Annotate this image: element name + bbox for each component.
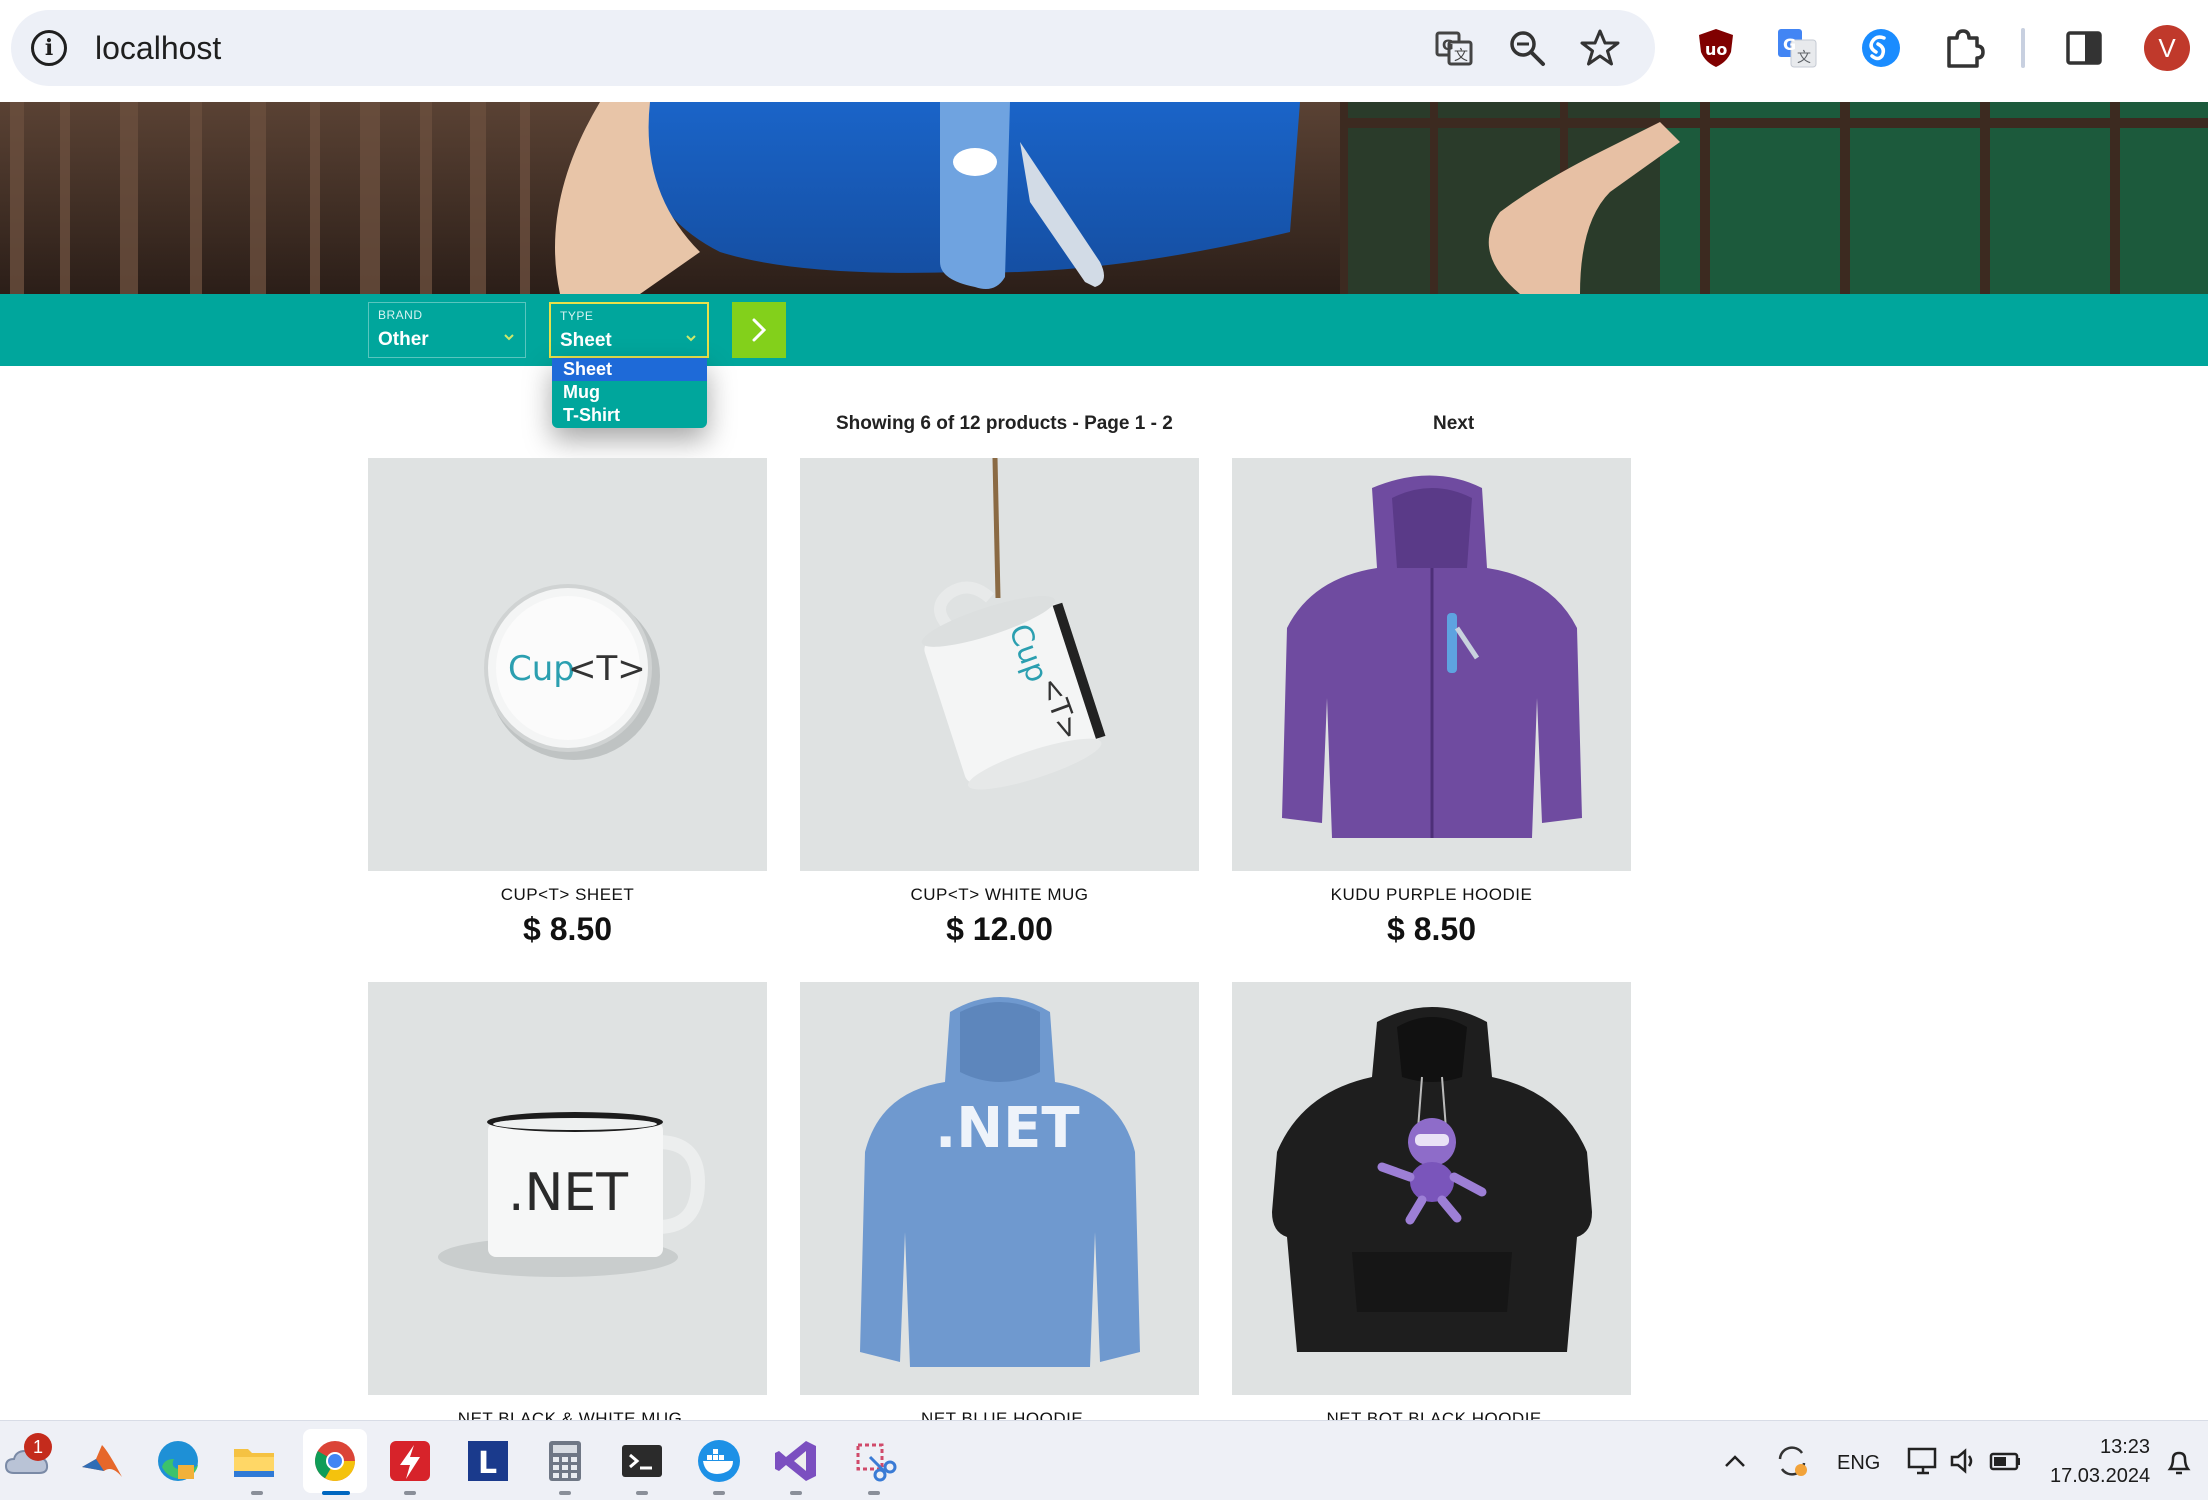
product-name[interactable]: KUDU PURPLE HOODIE bbox=[1232, 885, 1631, 905]
running-indicator bbox=[251, 1491, 263, 1495]
clock-time[interactable]: 13:23 bbox=[2100, 1436, 2150, 1459]
svg-text:文: 文 bbox=[1797, 50, 1811, 66]
browser-toolbar: i localhost G 文 uo G 文 V bbox=[0, 0, 2208, 102]
ublock-icon[interactable]: uo bbox=[1694, 26, 1738, 70]
visual-studio-icon[interactable] bbox=[772, 1437, 820, 1485]
hero-photo bbox=[0, 102, 2208, 294]
svg-text:G: G bbox=[1783, 35, 1796, 54]
hoodie-text: .NET bbox=[935, 1096, 1080, 1161]
product-card[interactable]: Cup <T> CUP<T> SHEET $ 8.50 bbox=[368, 458, 767, 948]
address-bar[interactable]: i localhost G 文 bbox=[11, 10, 1655, 86]
side-panel-icon[interactable] bbox=[2063, 26, 2107, 70]
google-translate-icon[interactable]: G 文 bbox=[1775, 26, 1819, 70]
edge-icon[interactable] bbox=[154, 1437, 202, 1485]
product-image[interactable]: .NET bbox=[800, 982, 1199, 1395]
svg-text:L: L bbox=[478, 1446, 497, 1481]
docker-icon[interactable] bbox=[695, 1437, 743, 1485]
file-explorer-icon[interactable] bbox=[230, 1437, 278, 1485]
shazam-icon[interactable] bbox=[1859, 26, 1903, 70]
translate-icon[interactable]: G 文 bbox=[1434, 28, 1474, 68]
running-indicator bbox=[636, 1491, 648, 1495]
product-price: $ 8.50 bbox=[523, 911, 612, 947]
product-name[interactable]: CUP<T> WHITE MUG bbox=[800, 885, 1199, 905]
site-info-icon[interactable]: i bbox=[31, 30, 67, 66]
matlab-icon[interactable] bbox=[78, 1437, 126, 1485]
pager-next-link[interactable]: Next bbox=[1433, 413, 1474, 435]
running-indicator bbox=[868, 1491, 880, 1495]
windows-taskbar: 1 L ENG 13:23 17.03.2024 bbox=[0, 1420, 2208, 1500]
filter-bar: BRAND Other TYPE Sheet bbox=[0, 294, 2208, 366]
product-price: $ 8.50 bbox=[1387, 911, 1476, 947]
badge-text: Cup bbox=[508, 649, 575, 689]
language-indicator[interactable]: ENG bbox=[1837, 1452, 1880, 1475]
product-name[interactable]: CUP<T> SHEET bbox=[368, 885, 767, 905]
product-card[interactable]: .NET BOT BLACK HOODIE bbox=[1232, 982, 1631, 1435]
chevron-down-icon bbox=[504, 334, 514, 341]
type-select[interactable]: TYPE Sheet bbox=[549, 302, 709, 358]
network-icon[interactable] bbox=[1907, 1445, 1941, 1477]
brand-select[interactable]: BRAND Other bbox=[368, 302, 526, 358]
product-card[interactable]: KUDU PURPLE HOODIE $ 8.50 bbox=[1232, 458, 1631, 948]
url-text[interactable]: localhost bbox=[95, 28, 221, 68]
notification-badge: 1 bbox=[24, 1433, 52, 1461]
product-card[interactable]: .NET .NET BLUE HOODIE bbox=[800, 982, 1199, 1435]
chrome-icon[interactable] bbox=[311, 1437, 359, 1485]
active-indicator bbox=[322, 1491, 350, 1495]
type-select-value: Sheet bbox=[560, 330, 612, 351]
volume-icon[interactable] bbox=[1948, 1445, 1980, 1477]
battery-icon[interactable] bbox=[1988, 1445, 2022, 1477]
l-app-icon[interactable]: L bbox=[464, 1437, 512, 1485]
mug-text: .NET bbox=[508, 1163, 628, 1223]
product-image[interactable]: Cup <T> bbox=[368, 458, 767, 871]
profile-avatar[interactable]: V bbox=[2144, 25, 2190, 71]
net-white-mug-image: .NET bbox=[438, 1112, 706, 1277]
type-select-label: TYPE bbox=[560, 309, 594, 323]
product-card[interactable]: .NET .NET BLACK & WHITE MUG bbox=[368, 982, 767, 1435]
type-dropdown-list: Sheet Mug T-Shirt bbox=[552, 358, 707, 428]
running-indicator bbox=[713, 1491, 725, 1495]
acrobat-icon[interactable] bbox=[386, 1437, 434, 1485]
hero-banner bbox=[0, 102, 2208, 294]
toolbar-separator bbox=[2021, 28, 2025, 68]
extensions-puzzle-icon[interactable] bbox=[1941, 26, 1985, 70]
purple-hoodie-image bbox=[1282, 475, 1582, 838]
product-image[interactable] bbox=[1232, 982, 1631, 1395]
product-card[interactable]: Cup <T> CUP<T> WHITE MUG $ 12.00 bbox=[800, 458, 1199, 948]
running-indicator bbox=[404, 1491, 416, 1495]
type-option-tshirt[interactable]: T-Shirt bbox=[552, 404, 707, 427]
snipping-tool-icon[interactable] bbox=[850, 1437, 898, 1485]
bookmark-star-icon[interactable] bbox=[1580, 28, 1620, 68]
brand-select-label: BRAND bbox=[378, 308, 423, 322]
brand-select-value: Other bbox=[378, 329, 429, 350]
svg-text:uo: uo bbox=[1705, 40, 1727, 59]
zoom-out-icon[interactable] bbox=[1507, 28, 1547, 68]
net-blue-hoodie-image: .NET bbox=[860, 997, 1140, 1367]
product-price: $ 12.00 bbox=[946, 911, 1053, 947]
netbot-black-hoodie-image bbox=[1272, 1007, 1592, 1352]
running-indicator bbox=[559, 1491, 571, 1495]
cup-t-hanging-mug-image: Cup <T> bbox=[921, 458, 1106, 790]
svg-text:文: 文 bbox=[1454, 48, 1468, 64]
terminal-icon[interactable] bbox=[618, 1437, 666, 1485]
type-option-sheet[interactable]: Sheet bbox=[552, 358, 707, 381]
product-image[interactable]: Cup <T> bbox=[800, 458, 1199, 871]
svg-text:G: G bbox=[1442, 38, 1454, 54]
cup-t-badge-image: Cup <T> bbox=[484, 584, 660, 760]
apply-filter-button[interactable] bbox=[732, 302, 786, 358]
svg-text:<T>: <T> bbox=[568, 649, 646, 689]
pager-info: Showing 6 of 12 products - Page 1 - 2 bbox=[836, 413, 1173, 434]
calculator-icon[interactable] bbox=[541, 1437, 589, 1485]
bell-icon[interactable] bbox=[2164, 1447, 2194, 1477]
product-image[interactable] bbox=[1232, 458, 1631, 871]
running-indicator bbox=[790, 1491, 802, 1495]
clock-date[interactable]: 17.03.2024 bbox=[2050, 1465, 2150, 1488]
chevron-up-icon[interactable] bbox=[1722, 1449, 1748, 1475]
product-image[interactable]: .NET bbox=[368, 982, 767, 1395]
chevron-down-icon bbox=[686, 335, 696, 342]
sync-icon[interactable] bbox=[1774, 1443, 1810, 1479]
chevron-right-icon bbox=[752, 318, 767, 342]
type-option-mug[interactable]: Mug bbox=[552, 381, 707, 404]
